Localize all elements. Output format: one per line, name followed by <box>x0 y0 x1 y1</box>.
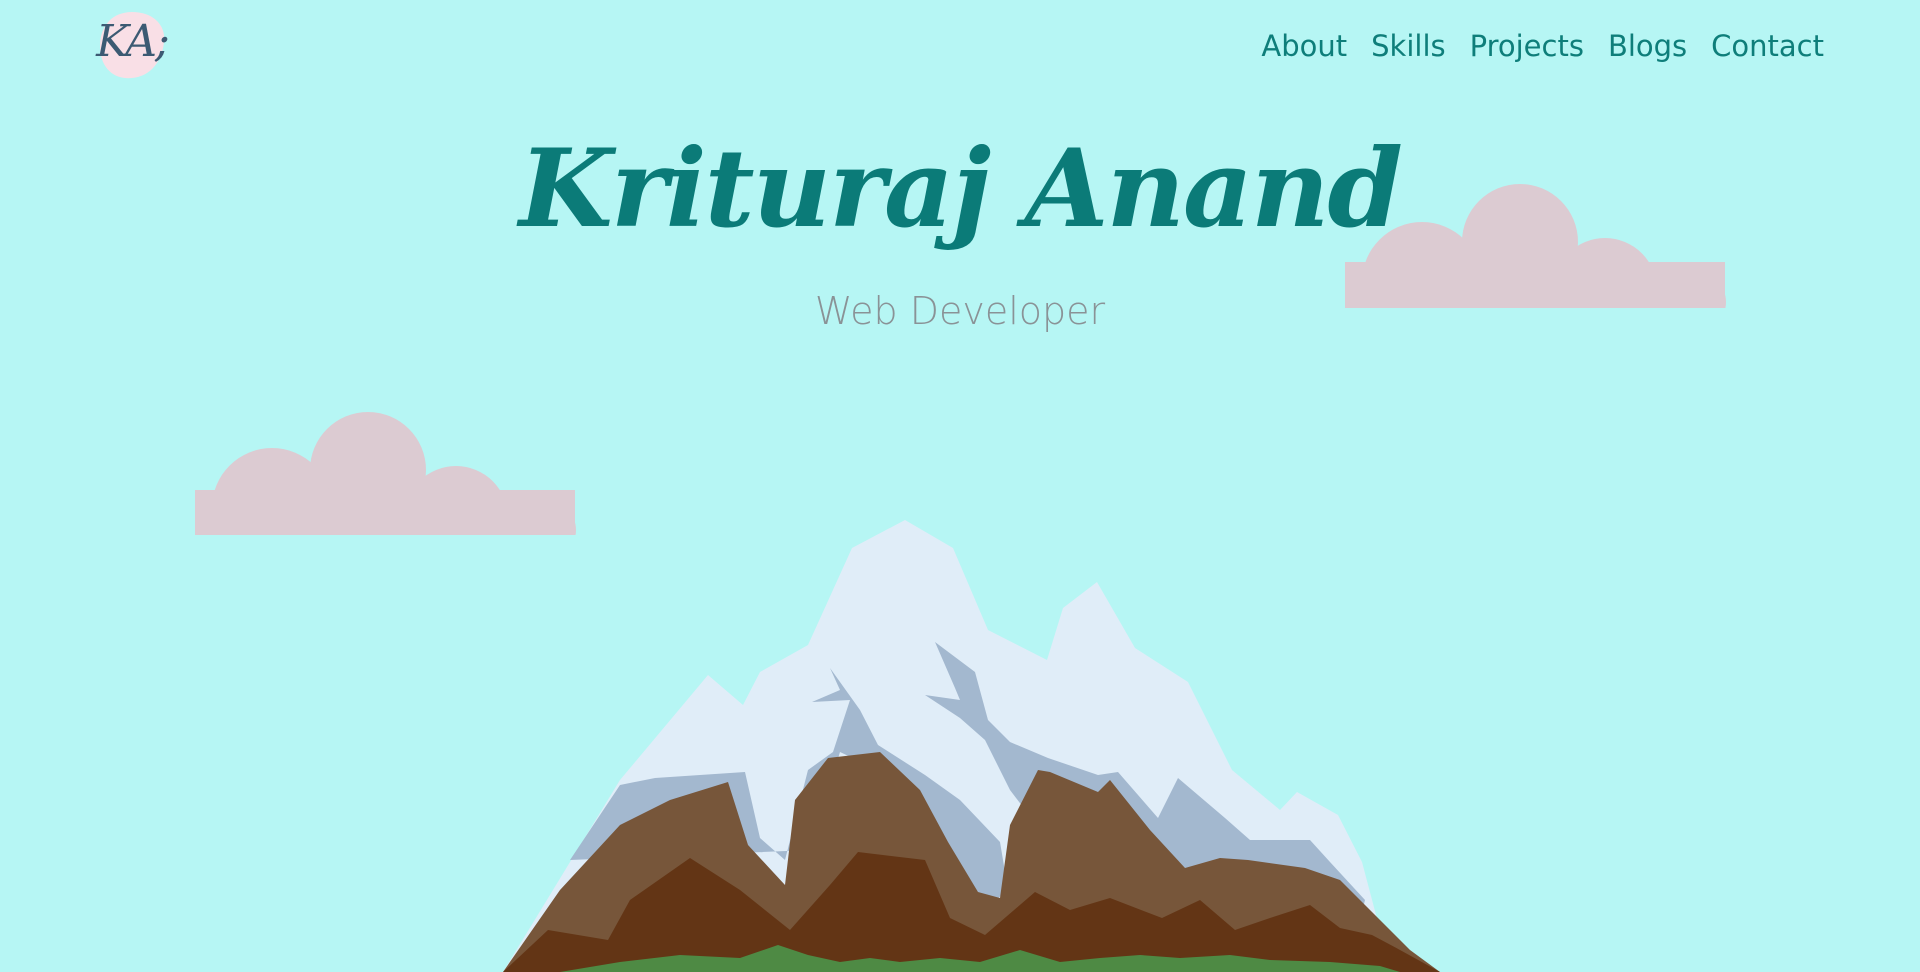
nav-link-contact[interactable]: Contact <box>1711 26 1824 66</box>
logo[interactable]: KA; <box>94 8 170 80</box>
page: KA; About Skills Projects Blogs Contact … <box>0 0 1920 972</box>
hero-role: Web Developer <box>814 289 1106 333</box>
nav-link-skills[interactable]: Skills <box>1371 26 1445 66</box>
hero-name: Krituraj Anand <box>518 126 1403 252</box>
nav-link-blogs[interactable]: Blogs <box>1608 26 1687 66</box>
logo-text: KA; <box>96 16 170 67</box>
main-nav: About Skills Projects Blogs Contact <box>1261 26 1824 66</box>
mountain <box>503 520 1440 972</box>
nav-link-projects[interactable]: Projects <box>1470 26 1584 66</box>
nav-link-about[interactable]: About <box>1261 26 1347 66</box>
